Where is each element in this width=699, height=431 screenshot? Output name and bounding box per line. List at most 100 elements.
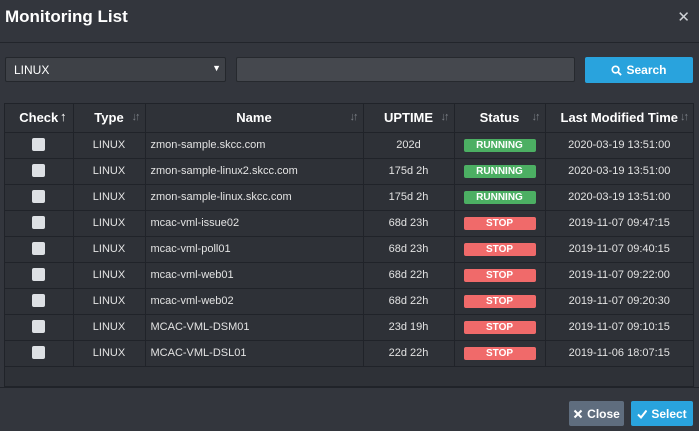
row-name: mcac-vml-web02	[145, 288, 364, 315]
row-status-cell: RUNNING	[454, 158, 546, 185]
column-header-status[interactable]: Status ↓↑	[454, 104, 546, 133]
row-uptime: 68d 22h	[363, 262, 455, 289]
row-last-modified: 2019-11-07 09:10:15	[545, 314, 693, 341]
row-status-cell: STOP	[454, 288, 546, 315]
row-last-modified: 2019-11-07 09:22:00	[545, 262, 693, 289]
row-status-cell: STOP	[454, 262, 546, 289]
row-type: LINUX	[73, 236, 146, 263]
close-icon	[573, 409, 583, 418]
sort-up-icon: ↑	[60, 109, 67, 124]
status-badge: RUNNING	[463, 164, 536, 178]
status-badge: STOP	[463, 320, 536, 334]
row-uptime: 22d 22h	[363, 340, 455, 367]
row-check-cell	[5, 314, 74, 341]
row-checkbox[interactable]	[32, 345, 46, 359]
row-name: MCAC-VML-DSL01	[145, 340, 364, 367]
sort-icon: ↓↑	[349, 111, 359, 123]
row-uptime: 175d 2h	[363, 184, 455, 211]
row-checkbox[interactable]	[32, 267, 46, 281]
row-check-cell	[5, 158, 74, 185]
row-type: LINUX	[73, 314, 146, 341]
search-button-label: Search	[626, 63, 667, 77]
check-icon	[637, 409, 648, 419]
sort-icon: ↓↑	[440, 111, 450, 123]
column-header-name[interactable]: Name ↓↑	[145, 104, 364, 133]
table-row[interactable]: LINUX mcac-vml-poll01 68d 23h STOP 2019-11-0…	[5, 236, 693, 263]
table-row[interactable]: LINUX mcac-vml-web01 68d 22h STOP 2019-11-07…	[5, 262, 693, 289]
row-last-modified: 2020-03-19 13:51:00	[545, 158, 693, 185]
row-name: mcac-vml-poll01	[145, 236, 364, 263]
row-type: LINUX	[73, 288, 146, 315]
row-check-cell	[5, 262, 74, 289]
row-checkbox[interactable]	[32, 189, 46, 203]
table-row[interactable]: LINUX zmon-sample.skcc.com 202d RUNNING 2020…	[5, 132, 693, 159]
row-type: LINUX	[73, 262, 146, 289]
row-last-modified: 2020-03-19 13:51:00	[545, 184, 693, 211]
row-status-cell: STOP	[454, 236, 546, 263]
sort-icon: ↓↑	[131, 111, 141, 123]
os-type-select[interactable]: LINUX ▼	[5, 57, 226, 82]
row-type: LINUX	[73, 132, 146, 159]
select-button[interactable]: Select	[631, 401, 693, 426]
row-type: LINUX	[73, 210, 146, 237]
sort-icon: ↓↑	[680, 111, 689, 123]
close-button-label: Close	[587, 406, 620, 421]
select-button-label: Select	[651, 406, 687, 421]
sort-icon: ↓↑	[531, 111, 541, 123]
table-row[interactable]: LINUX zmon-sample-linux2.skcc.com 175d 2h R…	[5, 158, 693, 185]
column-header-check[interactable]: Check ↑	[5, 104, 74, 133]
row-check-cell	[5, 340, 74, 367]
row-status-cell: RUNNING	[454, 184, 546, 211]
status-badge: STOP	[463, 294, 536, 308]
row-name: mcac-vml-issue02	[145, 210, 364, 237]
dialog-title: Monitoring List	[5, 7, 128, 26]
search-button[interactable]: Search	[585, 57, 693, 83]
close-button[interactable]: Close	[569, 401, 624, 426]
os-type-select-value: LINUX	[14, 63, 50, 77]
toolbar: LINUX ▼ Search	[0, 57, 699, 83]
status-badge: STOP	[463, 242, 536, 256]
row-check-cell	[5, 236, 74, 263]
status-badge: STOP	[463, 268, 536, 282]
table-row[interactable]: LINUX MCAC-VML-DSL01 22d 22h STOP 2019-11-06…	[5, 340, 693, 367]
row-checkbox[interactable]	[32, 293, 46, 307]
row-status-cell: RUNNING	[454, 132, 546, 159]
row-check-cell	[5, 132, 74, 159]
footer-divider	[0, 387, 699, 388]
status-badge: RUNNING	[463, 190, 536, 204]
row-type: LINUX	[73, 340, 146, 367]
row-last-modified: 2020-03-19 13:51:00	[545, 132, 693, 159]
row-last-modified: 2019-11-07 09:47:15	[545, 210, 693, 237]
search-input[interactable]	[236, 57, 575, 82]
row-uptime: 68d 23h	[363, 210, 455, 237]
monitoring-table: Check ↑ Type ↓↑ Name ↓↑ UPTIME ↓↑ Status ↓↑ L…	[4, 103, 694, 387]
chevron-down-icon: ▼	[212, 63, 221, 73]
row-uptime: 23d 19h	[363, 314, 455, 341]
row-last-modified: 2019-11-07 09:40:15	[545, 236, 693, 263]
status-badge: STOP	[463, 346, 536, 360]
column-header-type[interactable]: Type ↓↑	[73, 104, 146, 133]
row-check-cell	[5, 184, 74, 211]
row-checkbox[interactable]	[32, 163, 46, 177]
table-row[interactable]: LINUX zmon-sample-linux.skcc.com 175d 2h RU…	[5, 184, 693, 211]
row-status-cell: STOP	[454, 340, 546, 367]
table-row[interactable]: LINUX mcac-vml-issue02 68d 23h STOP 2019-11-…	[5, 210, 693, 237]
row-last-modified: 2019-11-07 09:20:30	[545, 288, 693, 315]
column-header-uptime[interactable]: UPTIME ↓↑	[363, 104, 455, 133]
row-uptime: 68d 23h	[363, 236, 455, 263]
row-type: LINUX	[73, 184, 146, 211]
status-badge: STOP	[463, 216, 536, 230]
row-name: zmon-sample-linux2.skcc.com	[145, 158, 364, 185]
table-row[interactable]: LINUX mcac-vml-web02 68d 22h STOP 2019-11-07…	[5, 288, 693, 315]
row-name: mcac-vml-web01	[145, 262, 364, 289]
close-icon[interactable]: ✕	[677, 10, 690, 25]
row-checkbox[interactable]	[32, 137, 46, 151]
row-check-cell	[5, 210, 74, 237]
status-badge: RUNNING	[463, 138, 536, 152]
row-checkbox[interactable]	[32, 215, 46, 229]
row-name: zmon-sample.skcc.com	[145, 132, 364, 159]
column-header-last-modified[interactable]: Last Modified Time ↓↑	[545, 104, 693, 133]
table-row[interactable]: LINUX MCAC-VML-DSM01 23d 19h STOP 2019-11-07…	[5, 314, 693, 341]
row-checkbox[interactable]	[32, 241, 46, 255]
row-checkbox[interactable]	[32, 319, 46, 333]
